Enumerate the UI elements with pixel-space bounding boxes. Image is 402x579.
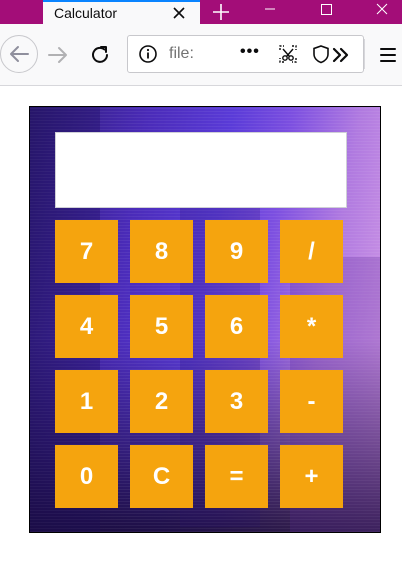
key-divide[interactable]: /	[280, 220, 343, 283]
reload-icon[interactable]	[87, 42, 113, 68]
url-text[interactable]: file:	[169, 44, 194, 64]
key-add[interactable]: +	[280, 445, 343, 508]
key-1[interactable]: 1	[55, 370, 118, 433]
new-tab-plus-icon[interactable]	[207, 0, 235, 24]
tab-title: Calculator	[54, 5, 118, 21]
key-6[interactable]: 6	[205, 295, 268, 358]
minimize-window-icon[interactable]	[248, 0, 292, 24]
page-actions-menu-icon[interactable]: •••	[240, 42, 266, 64]
key-8[interactable]: 8	[130, 220, 193, 283]
screenshot-icon[interactable]	[277, 43, 299, 65]
maximize-window-icon[interactable]	[304, 0, 348, 24]
calculator: 7 8 9 / 4 5 6 * 1 2 3 - 0 C = +	[29, 106, 381, 533]
navigation-toolbar: file: •••	[0, 24, 402, 86]
calculator-display[interactable]	[55, 132, 347, 208]
close-icon[interactable]	[171, 5, 187, 21]
key-3[interactable]: 3	[205, 370, 268, 433]
key-4[interactable]: 4	[55, 295, 118, 358]
chevron-double-right-icon[interactable]	[329, 42, 353, 68]
key-equals[interactable]: =	[205, 445, 268, 508]
key-2[interactable]: 2	[130, 370, 193, 433]
tab-strip-spacer	[0, 0, 43, 24]
back-arrow-icon	[10, 46, 29, 62]
tab-calculator[interactable]: Calculator	[43, 0, 200, 24]
forward-arrow-icon[interactable]	[45, 42, 71, 68]
hamburger-menu-icon[interactable]	[377, 42, 399, 68]
key-0[interactable]: 0	[55, 445, 118, 508]
key-7[interactable]: 7	[55, 220, 118, 283]
close-window-icon[interactable]	[360, 0, 402, 24]
back-button[interactable]	[0, 35, 38, 73]
tracking-shield-icon[interactable]	[312, 44, 330, 64]
key-multiply[interactable]: *	[280, 295, 343, 358]
toolbar-divider	[364, 39, 365, 69]
tab-strip: Calculator	[0, 0, 402, 24]
key-5[interactable]: 5	[130, 295, 193, 358]
key-9[interactable]: 9	[205, 220, 268, 283]
key-subtract[interactable]: -	[280, 370, 343, 433]
info-icon[interactable]	[138, 44, 158, 64]
key-clear[interactable]: C	[130, 445, 193, 508]
